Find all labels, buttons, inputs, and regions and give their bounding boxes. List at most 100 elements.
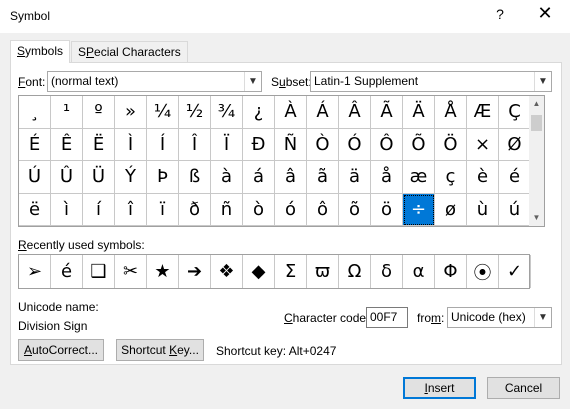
symbol-cell[interactable]: Ì [115, 128, 147, 161]
symbol-cell[interactable]: é [499, 161, 531, 194]
symbol-cell[interactable]: ¹ [51, 96, 83, 129]
symbol-cell[interactable]: Ö [435, 128, 467, 161]
symbol-cell[interactable]: â [275, 161, 307, 194]
symbol-cell[interactable]: Ü [83, 161, 115, 194]
symbol-cell[interactable]: ù [467, 193, 499, 226]
symbol-cell[interactable]: ¼ [147, 96, 179, 129]
symbol-cell[interactable]: ï [147, 193, 179, 226]
symbol-cell[interactable]: Í [147, 128, 179, 161]
recent-symbol[interactable]: Σ [275, 255, 307, 288]
recent-symbol[interactable]: ❖ [211, 255, 243, 288]
chevron-down-icon[interactable]: ▼ [534, 308, 551, 327]
symbol-cell[interactable]: ñ [211, 193, 243, 226]
scroll-thumb[interactable] [531, 115, 542, 131]
symbol-cell[interactable]: à [211, 161, 243, 194]
symbol-cell[interactable]: Ä [403, 96, 435, 129]
symbol-cell[interactable]: á [243, 161, 275, 194]
symbol-cell[interactable]: õ [339, 193, 371, 226]
symbol-cell[interactable]: Ø [499, 128, 531, 161]
chevron-down-icon[interactable]: ▼ [534, 72, 551, 91]
symbol-cell[interactable]: Õ [403, 128, 435, 161]
chevron-down-icon[interactable]: ▼ [244, 72, 261, 91]
symbol-cell[interactable]: ç [435, 161, 467, 194]
recent-symbol[interactable]: ➔ [179, 255, 211, 288]
symbol-cell[interactable]: Å [435, 96, 467, 129]
symbol-cell[interactable]: Ç [499, 96, 531, 129]
symbol-cell[interactable]: Þ [147, 161, 179, 194]
symbol-cell[interactable]: ö [371, 193, 403, 226]
symbol-cell[interactable]: ô [307, 193, 339, 226]
scroll-up-icon[interactable]: ▲ [529, 96, 544, 112]
symbol-cell[interactable]: Ò [307, 128, 339, 161]
from-dropdown[interactable]: Unicode (hex) ▼ [447, 307, 552, 328]
symbol-cell[interactable]: ß [179, 161, 211, 194]
symbol-cell[interactable]: Û [51, 161, 83, 194]
shortcut-key-button[interactable]: Shortcut Key... [116, 339, 204, 361]
insert-button[interactable]: Insert [403, 377, 476, 399]
recent-symbol[interactable]: ϖ [307, 255, 339, 288]
scroll-down-icon[interactable]: ▼ [529, 210, 544, 226]
symbol-cell[interactable]: æ [403, 161, 435, 194]
symbol-cell[interactable]: ¿ [243, 96, 275, 129]
symbol-cell[interactable]: » [115, 96, 147, 129]
symbol-cell[interactable]: É [19, 128, 51, 161]
recent-symbol[interactable]: Ω [339, 255, 371, 288]
symbol-cell[interactable]: ¸ [19, 96, 51, 129]
symbol-cell[interactable]: ð [179, 193, 211, 226]
recent-symbol[interactable]: Φ [435, 255, 467, 288]
symbol-cell[interactable]: º [83, 96, 115, 129]
symbol-cell[interactable]: Á [307, 96, 339, 129]
symbol-cell[interactable]: ä [339, 161, 371, 194]
symbol-cell[interactable]: Ê [51, 128, 83, 161]
symbol-cell[interactable]: Æ [467, 96, 499, 129]
symbol-cell[interactable]: ë [19, 193, 51, 226]
symbol-cell[interactable]: ø [435, 193, 467, 226]
recent-symbol[interactable]: ⦿ [467, 255, 499, 288]
recent-symbols-row[interactable]: ➢ é ❑ ✂ ★ ➔ ❖ ◆ Σϖ Ωδ α Φ ⦿ ✓ [18, 254, 531, 289]
symbol-cell-selected[interactable]: ÷ [403, 193, 435, 226]
symbol-cell[interactable]: ì [51, 193, 83, 226]
symbol-cell[interactable]: ã [307, 161, 339, 194]
subset-dropdown[interactable]: Latin-1 Supplement ▼ [310, 71, 552, 92]
recent-symbol[interactable]: α [403, 255, 435, 288]
help-button[interactable]: ? [492, 6, 508, 22]
symbol-cell[interactable]: Ú [19, 161, 51, 194]
tab-symbols[interactable]: Symbols [10, 40, 71, 63]
autocorrect-button[interactable]: AutoCorrect... [18, 339, 104, 361]
symbol-cell[interactable]: Î [179, 128, 211, 161]
recent-symbol[interactable]: δ [371, 255, 403, 288]
symbol-cell[interactable]: ò [243, 193, 275, 226]
symbol-cell[interactable]: î [115, 193, 147, 226]
close-button[interactable]: ✕ [537, 3, 553, 24]
symbol-cell[interactable]: Ó [339, 128, 371, 161]
recent-symbol[interactable]: ✂ [115, 255, 147, 288]
recent-symbol[interactable]: é [51, 255, 83, 288]
font-dropdown[interactable]: (normal text) ▼ [47, 71, 262, 92]
character-code-input[interactable]: 00F7 [366, 307, 408, 328]
symbol-cell[interactable]: Â [339, 96, 371, 129]
symbol-cell[interactable]: ó [275, 193, 307, 226]
symbol-cell[interactable]: ú [499, 193, 531, 226]
symbol-cell[interactable]: Ã [371, 96, 403, 129]
symbol-cell[interactable]: Ô [371, 128, 403, 161]
symbol-cell[interactable]: × [467, 128, 499, 161]
cancel-button[interactable]: Cancel [487, 377, 560, 399]
tab-special-characters[interactable]: SPecial Characters [71, 41, 188, 62]
recent-symbol[interactable]: ◆ [243, 255, 275, 288]
recent-symbol[interactable]: ❑ [83, 255, 115, 288]
symbol-cell[interactable]: Ý [115, 161, 147, 194]
symbol-cell[interactable]: í [83, 193, 115, 226]
symbol-cell[interactable]: å [371, 161, 403, 194]
symbol-cell[interactable]: ¾ [211, 96, 243, 129]
symbol-cell[interactable]: À [275, 96, 307, 129]
recent-symbol[interactable]: ➢ [19, 255, 51, 288]
symbol-cell[interactable]: Ñ [275, 128, 307, 161]
recent-symbol[interactable]: ✓ [499, 255, 531, 288]
symbol-cell[interactable]: è [467, 161, 499, 194]
symbol-cell[interactable]: Ë [83, 128, 115, 161]
symbol-grid-scrollbar[interactable]: ▲ ▼ [529, 95, 545, 227]
symbol-cell[interactable]: ½ [179, 96, 211, 129]
symbol-cell[interactable]: Ð [243, 128, 275, 161]
symbol-cell[interactable]: Ï [211, 128, 243, 161]
symbol-grid[interactable]: ¸ ¹ º» ¼ ½ ¾ ¿ À Á Â Ã Ä Å Æ Ç É Ê Ë Ì Í Î Ï Ð Ñ Ò Ó Ô Õ Ö × Ø Ú Û Ü Ý Þß à á… [18, 95, 531, 227]
